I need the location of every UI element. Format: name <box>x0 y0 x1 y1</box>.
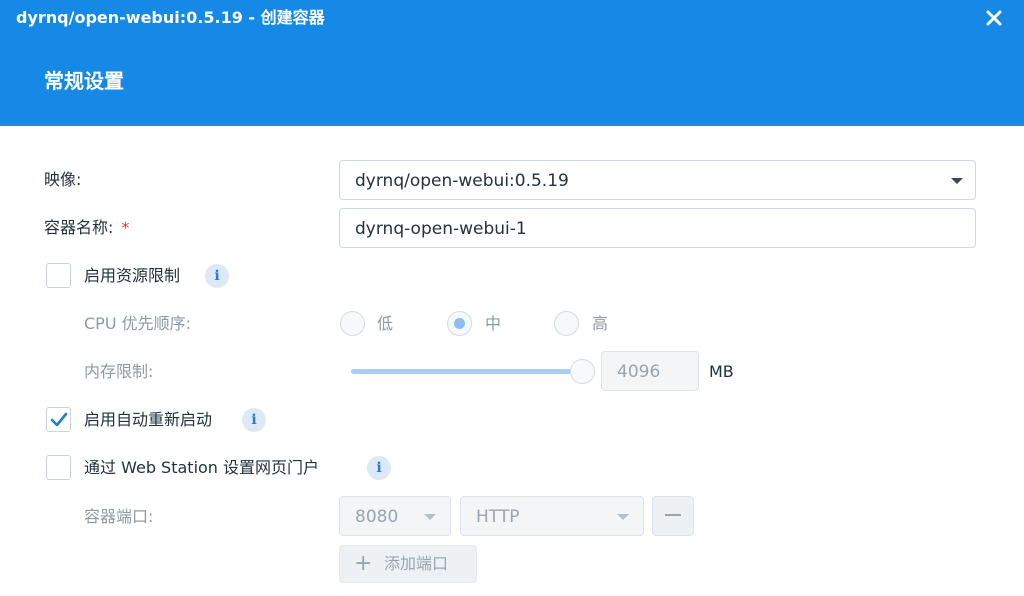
port-value: 8080 <box>355 507 399 527</box>
section-title: 常规设置 <box>44 69 124 93</box>
minus-icon <box>665 514 681 516</box>
memory-slider-track[interactable] <box>351 369 583 374</box>
image-label: 映像: <box>44 170 82 189</box>
memory-unit: MB <box>709 362 734 381</box>
info-icon[interactable]: i <box>367 456 391 480</box>
memory-limit-label: 内存限制: <box>84 362 154 381</box>
chevron-down-icon <box>951 178 963 184</box>
window-title: dyrnq/open-webui:0.5.19 - 创建容器 <box>16 8 325 27</box>
port-select[interactable]: 8080 <box>339 496 451 536</box>
image-select[interactable]: dyrnq/open-webui:0.5.19 <box>339 160 976 200</box>
memory-slider-thumb[interactable] <box>570 359 595 384</box>
memory-limit-input[interactable]: 4096 <box>601 351 699 391</box>
auto-restart-label: 启用自动重新启动 <box>84 410 213 429</box>
remove-port-button[interactable] <box>652 496 694 536</box>
container-name-label: 容器名称: * <box>44 216 129 240</box>
radio-selected-dot <box>454 318 465 329</box>
container-name-input[interactable]: dyrnq-open-webui-1 <box>339 208 976 248</box>
cpu-priority-label: CPU 优先顺序: <box>84 314 192 333</box>
required-mark: * <box>121 218 130 237</box>
add-port-label: 添加端口 <box>384 554 449 573</box>
auto-restart-checkbox[interactable] <box>46 407 71 432</box>
protocol-value: HTTP <box>476 507 520 527</box>
protocol-select[interactable]: HTTP <box>460 496 644 536</box>
memory-limit-value: 4096 <box>617 362 661 382</box>
cpu-priority-low-label: 低 <box>377 314 394 333</box>
cpu-priority-medium-label: 中 <box>485 314 502 333</box>
cpu-priority-high-label: 高 <box>592 314 609 333</box>
plus-icon: + <box>354 551 373 576</box>
image-select-value: dyrnq/open-webui:0.5.19 <box>355 171 569 191</box>
cpu-priority-medium-radio[interactable] <box>447 311 472 336</box>
web-station-label: 通过 Web Station 设置网页门户 <box>84 458 320 477</box>
info-icon[interactable]: i <box>242 408 266 432</box>
check-icon <box>50 412 68 427</box>
add-port-button[interactable]: + 添加端口 <box>339 545 477 583</box>
container-name-label-text: 容器名称: <box>44 218 114 237</box>
chevron-down-icon <box>617 514 629 520</box>
resource-limit-label: 启用资源限制 <box>84 266 181 285</box>
dialog-header: dyrnq/open-webui:0.5.19 - 创建容器 常规设置 <box>0 0 1024 126</box>
close-icon[interactable] <box>982 6 1006 30</box>
container-port-label: 容器端口: <box>84 507 154 526</box>
info-icon[interactable]: i <box>205 264 229 288</box>
resource-limit-checkbox[interactable] <box>46 263 71 288</box>
web-station-checkbox[interactable] <box>46 455 71 480</box>
cpu-priority-high-radio[interactable] <box>554 311 579 336</box>
container-name-value: dyrnq-open-webui-1 <box>355 219 527 239</box>
chevron-down-icon <box>424 514 436 520</box>
cpu-priority-low-radio[interactable] <box>340 311 365 336</box>
